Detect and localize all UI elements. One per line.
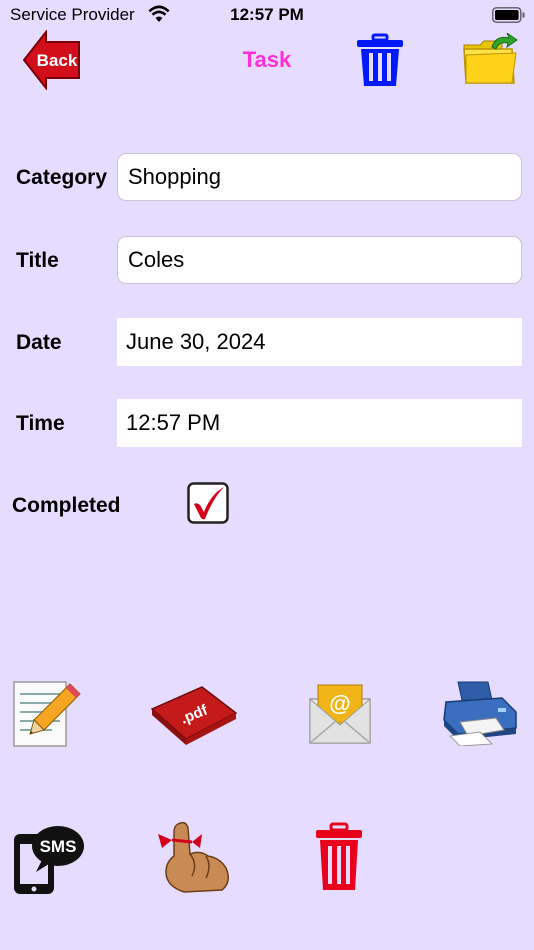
trash-icon	[357, 33, 403, 86]
delete-button[interactable]	[314, 822, 364, 892]
finger-reminder-icon	[158, 821, 229, 893]
status-bar: Service Provider 12:57 PM	[0, 0, 534, 30]
back-label: Back	[37, 51, 78, 70]
page-title: Task	[242, 47, 292, 72]
time-label: Time	[16, 412, 65, 435]
sms-phone-icon: SMS	[14, 826, 84, 894]
email-envelope-icon: @	[309, 684, 371, 744]
title-field[interactable]: Coles	[117, 236, 522, 284]
notepad-pencil-icon	[13, 681, 81, 747]
sms-label: SMS	[40, 837, 77, 856]
date-label: Date	[16, 331, 62, 354]
print-button[interactable]	[440, 678, 518, 746]
folder-open-icon	[463, 33, 518, 84]
status-time: 12:57 PM	[230, 5, 304, 24]
printer-icon	[443, 681, 517, 746]
battery-icon	[492, 7, 525, 23]
export-pdf-button[interactable]: .pdf	[150, 683, 238, 747]
category-field[interactable]: Shopping	[117, 153, 522, 201]
date-field[interactable]: June 30, 2024	[117, 318, 522, 366]
title-label: Title	[16, 249, 59, 272]
edit-note-button[interactable]	[12, 678, 82, 748]
back-button[interactable]: Back	[22, 30, 82, 90]
completed-label: Completed	[12, 494, 121, 517]
reminder-button[interactable]	[156, 820, 232, 894]
delete-task-button[interactable]	[355, 33, 405, 88]
email-at-symbol: @	[329, 691, 350, 716]
time-field[interactable]: 12:57 PM	[117, 399, 522, 447]
sms-button[interactable]: SMS	[12, 820, 86, 896]
email-button[interactable]: @	[308, 683, 372, 747]
completed-checkbox[interactable]	[187, 482, 229, 524]
checkbox-icon	[187, 482, 229, 524]
category-label: Category	[16, 166, 108, 189]
open-folder-button[interactable]	[462, 33, 518, 85]
trash-icon	[316, 822, 362, 890]
pdf-icon: .pdf	[150, 686, 238, 745]
